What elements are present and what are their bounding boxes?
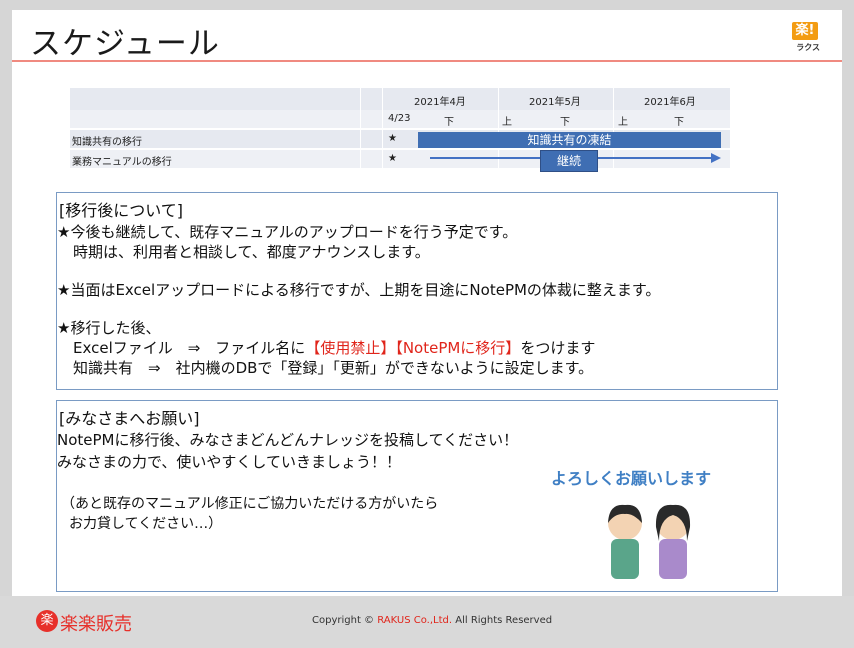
slide: スケジュール 楽! ラクス 2021年4月 2021年5月 2021年6月 4/… <box>12 10 842 638</box>
copyright-prefix: Copyright © <box>312 615 378 626</box>
month-may: 2021年5月 <box>529 97 581 108</box>
copyright-suffix: All Rights Reserved <box>452 615 553 626</box>
excel-rename-line: Excelファイル ⇒ ファイル名に【使用禁止】【NotePMに移行】をつけます <box>73 337 595 358</box>
period-label: 下 <box>444 117 454 128</box>
page-title: スケジュール <box>30 26 220 62</box>
schedule-table: 2021年4月 2021年5月 2021年6月 4/23 下 上 下 上 下 知… <box>70 88 730 172</box>
month-april: 2021年4月 <box>414 97 466 108</box>
title-divider <box>12 60 842 62</box>
after-migration-box: [移行後について] ★今後も継続して、既存マニュアルのアップロードを行う予定です… <box>56 192 778 390</box>
period-label: 下 <box>674 117 684 128</box>
period-label: 上 <box>502 117 512 128</box>
footer-logo-mark: 楽 <box>36 610 58 632</box>
freeze-bar: 知識共有の凍結 <box>418 132 721 148</box>
text-line: NotePMに移行後、みなさまどんどんナレッジを投稿してください！ <box>57 431 519 449</box>
text-span: Excelファイル ⇒ ファイル名に <box>73 339 306 357</box>
continue-tag: 継続 <box>540 150 598 172</box>
text-line: みなさまの力で、使いやすくしていきましょう！！ <box>57 453 401 471</box>
copyright-text: Copyright © RAKUS Co.,Ltd. All Rights Re… <box>312 615 552 626</box>
rename-tags: 【使用禁止】【NotePMに移行】 <box>305 339 521 357</box>
person-body <box>611 539 639 579</box>
date-label: 4/23 <box>388 113 411 124</box>
star-mark: ★ <box>388 133 397 144</box>
text-line: お力貸してください…） <box>69 516 223 532</box>
column-divider <box>382 88 383 170</box>
box-heading: [移行後について] <box>59 201 184 220</box>
arrow-head-icon <box>711 153 721 163</box>
copyright-company: RAKUS Co.,Ltd. <box>377 615 453 626</box>
box-heading: [みなさまへお願い] <box>59 409 200 428</box>
person-body <box>659 539 687 579</box>
text-line: 時期は、利用者と相談して、都度アナウンスします。 <box>73 243 430 261</box>
row-label-manual: 業務マニュアルの移行 <box>72 157 172 168</box>
text-line: ★当面はExcelアップロードによる移行ですが、上期を目途にNotePMの体裁に… <box>57 281 661 299</box>
period-label: 上 <box>618 117 628 128</box>
footer-logo-text: 楽楽販売 <box>60 614 132 635</box>
row-label-knowledge: 知識共有の移行 <box>72 137 142 148</box>
request-box: [みなさまへお願い] NotePMに移行後、みなさまどんどんナレッジを投稿してく… <box>56 400 778 592</box>
text-line: 知識共有 ⇒ 社内機のDBで「登録」「更新」ができないように設定します。 <box>73 359 594 377</box>
schedule-month-header-row <box>70 88 730 110</box>
bowing-people-illustration <box>608 504 691 579</box>
period-label: 下 <box>560 117 570 128</box>
text-line: ★移行した後、 <box>57 319 161 337</box>
text-line: ★今後も継続して、既存マニュアルのアップロードを行う予定です。 <box>57 223 518 241</box>
text-span: をつけます <box>520 339 596 357</box>
month-june: 2021年6月 <box>644 97 696 108</box>
column-divider <box>360 88 361 170</box>
brand-logo-caption: ラクス <box>796 43 820 52</box>
star-mark: ★ <box>388 153 397 164</box>
brand-logo: 楽! <box>792 22 818 40</box>
text-line: （あと既存のマニュアル修正にご協力いただける方がいたら <box>61 496 439 512</box>
thanks-banner: よろしくお願いします <box>551 469 712 488</box>
